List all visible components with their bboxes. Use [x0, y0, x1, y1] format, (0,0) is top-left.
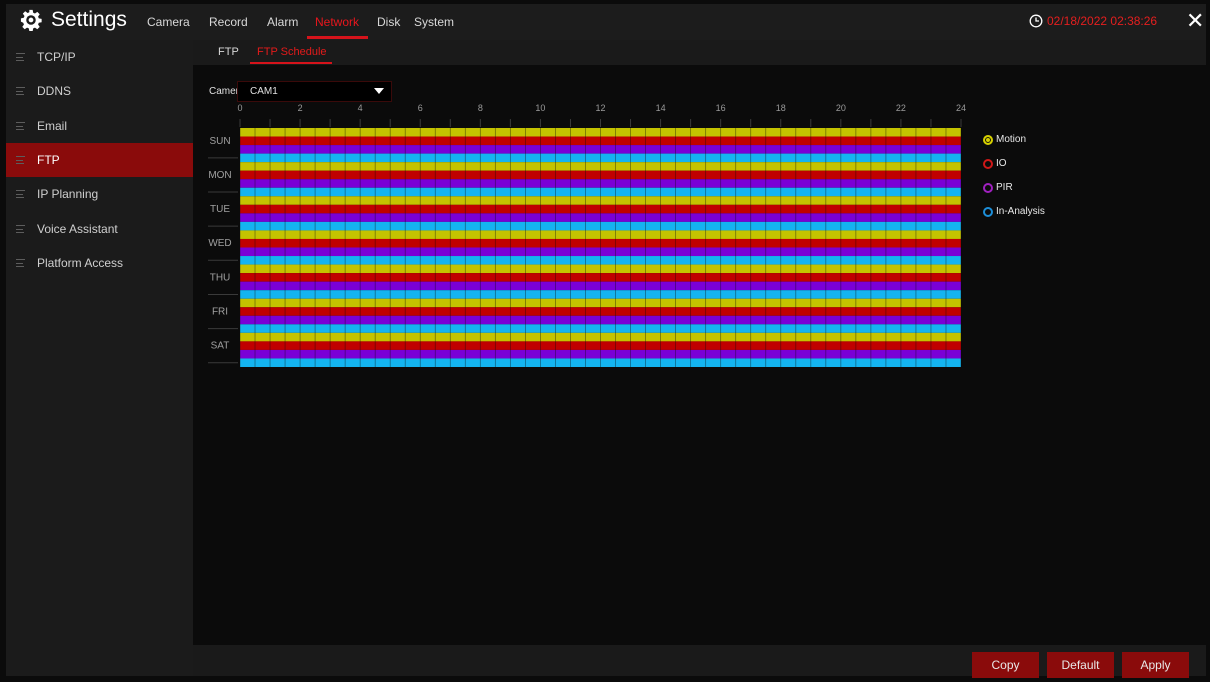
clock: 02/18/2022 02:38:26	[1029, 14, 1157, 28]
camera-select[interactable]: CAM1	[237, 81, 392, 102]
sidebar-item-ftp[interactable]: FTP	[6, 143, 193, 177]
nav-tab-alarm[interactable]: Alarm	[267, 15, 298, 29]
sidebar-item-label: DDNS	[37, 84, 72, 98]
sidebar: TCP/IP DDNS Email FTP IP Planning Voice …	[6, 40, 193, 676]
nav-tab-disk[interactable]: Disk	[377, 15, 400, 29]
list-icon	[16, 190, 25, 198]
default-button[interactable]: Default	[1047, 652, 1114, 678]
list-icon	[16, 53, 25, 61]
sidebar-item-label: Platform Access	[37, 256, 124, 270]
in-analysis-radio-icon	[983, 206, 993, 217]
legend-label: In-Analysis	[996, 206, 1045, 217]
top-bar: Settings Camera Record Alarm Network Dis…	[6, 4, 1206, 40]
sub-tab-bar: FTP FTP Schedule	[193, 40, 1206, 65]
legend-label: Motion	[996, 134, 1027, 145]
nav-tab-network[interactable]: Network	[315, 15, 359, 29]
legend-label: IO	[996, 158, 1007, 169]
clock-datetime: 02/18/2022 02:38:26	[1047, 14, 1158, 28]
sidebar-item-label: Email	[37, 119, 68, 133]
list-icon	[16, 259, 25, 267]
clock-icon	[1029, 14, 1043, 28]
sidebar-item-label: TCP/IP	[37, 50, 76, 64]
legend-pir[interactable]: PIR	[983, 182, 1013, 193]
legend-motion[interactable]: Motion	[983, 134, 1026, 145]
list-icon	[16, 156, 25, 164]
app-title-text: Settings	[51, 8, 127, 31]
pir-radio-icon	[983, 182, 993, 193]
apply-button[interactable]: Apply	[1122, 652, 1189, 678]
main-panel: FTP FTP Schedule Camera CAM1	[193, 40, 1206, 676]
camera-select-value: CAM1	[250, 86, 278, 97]
sidebar-item-label: FTP	[37, 153, 60, 167]
list-icon	[16, 87, 25, 95]
sidebar-item-label: IP Planning	[37, 187, 99, 201]
subtab-ftp-schedule[interactable]: FTP Schedule	[257, 46, 327, 58]
sidebar-item-label: Voice Assistant	[37, 222, 118, 236]
sidebar-item-email[interactable]: Email	[6, 109, 193, 143]
sidebar-item-ddns[interactable]: DDNS	[6, 74, 193, 108]
legend-label: PIR	[996, 182, 1013, 193]
sidebar-item-platform-access[interactable]: Platform Access	[6, 246, 193, 280]
list-icon	[16, 225, 25, 233]
list-icon	[16, 122, 25, 130]
subtab-active-indicator	[250, 62, 332, 64]
sidebar-item-ip-planning[interactable]: IP Planning	[6, 177, 193, 211]
app-title: Settings	[20, 8, 127, 32]
copy-button[interactable]: Copy	[972, 652, 1039, 678]
nav-tab-system[interactable]: System	[414, 15, 454, 29]
chevron-down-icon	[374, 88, 384, 94]
io-radio-icon	[983, 158, 993, 169]
nav-active-indicator	[307, 36, 368, 39]
sidebar-item-voice-assistant[interactable]: Voice Assistant	[6, 212, 193, 246]
close-icon[interactable]: ✕	[1186, 9, 1204, 33]
motion-radio-icon	[983, 134, 993, 145]
nav-tab-record[interactable]: Record	[209, 15, 248, 29]
gear-icon	[20, 9, 42, 31]
legend-io[interactable]: IO	[983, 158, 1007, 169]
nav-tab-camera[interactable]: Camera	[147, 15, 190, 29]
sidebar-item-tcpip[interactable]: TCP/IP	[6, 40, 193, 74]
subtab-ftp[interactable]: FTP	[218, 46, 239, 58]
legend-in-analysis[interactable]: In-Analysis	[983, 206, 1045, 217]
